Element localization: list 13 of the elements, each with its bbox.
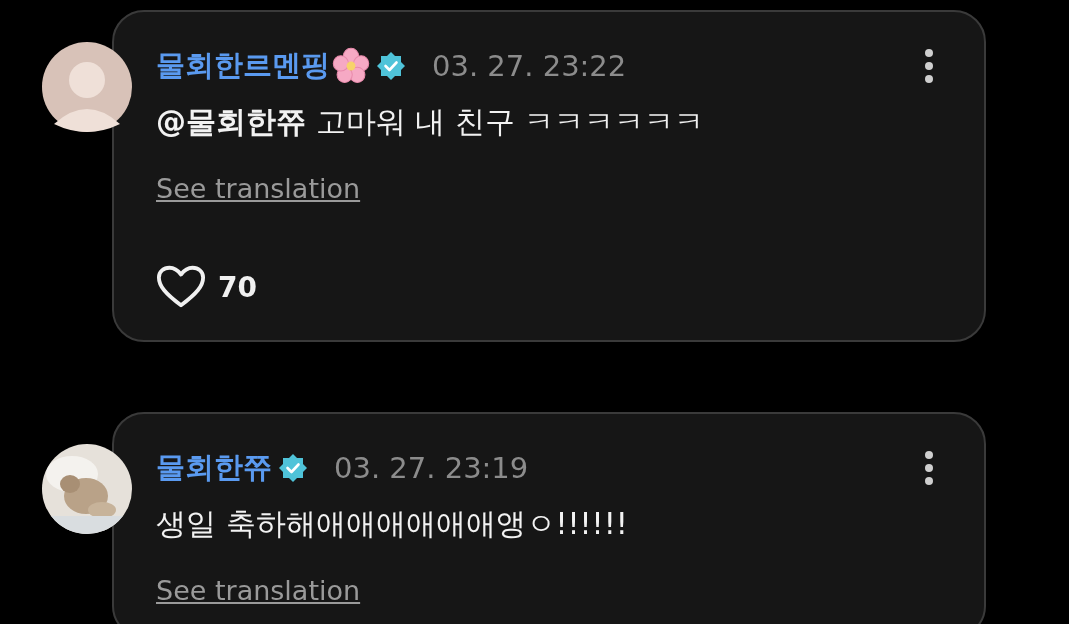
timestamp: 03. 27. 23:22	[432, 49, 627, 83]
see-translation-link[interactable]: See translation	[156, 173, 361, 204]
comment-text: 생일 축하해애애애애애애앵ㅇ!!!!!!	[156, 505, 629, 543]
heart-icon[interactable]	[156, 264, 206, 310]
like-count: 70	[218, 270, 257, 304]
comment-text: @물회한쮸 고마워 내 친구 ㅋㅋㅋㅋㅋㅋ	[156, 103, 706, 141]
timestamp: 03. 27. 23:19	[334, 451, 529, 485]
author-name[interactable]: 물회한르멘핑	[156, 46, 330, 86]
more-icon[interactable]	[924, 450, 934, 486]
avatar[interactable]	[42, 42, 132, 132]
see-translation-link[interactable]: See translation	[156, 575, 361, 606]
author-name[interactable]: 물회한쮸	[156, 448, 272, 488]
more-icon[interactable]	[924, 48, 934, 84]
